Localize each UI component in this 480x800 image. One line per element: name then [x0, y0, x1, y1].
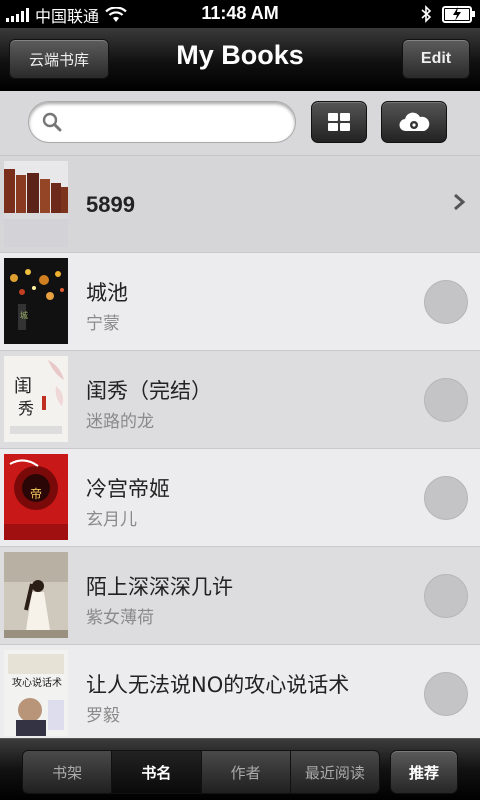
select-circle[interactable] [424, 378, 468, 422]
book-cover: 城 [4, 258, 68, 344]
svg-text:攻心说话术: 攻心说话术 [12, 676, 62, 689]
search-icon [42, 112, 62, 132]
book-cover: 闺 秀 [4, 356, 68, 442]
book-author: 紫女薄荷 [86, 608, 154, 628]
svg-text:城: 城 [20, 311, 28, 320]
list-item[interactable]: 5899 [0, 156, 480, 253]
book-title: 城池 [86, 281, 128, 305]
bottom-tab-bar: 书架 书名 作者 最近阅读 推荐 [0, 738, 480, 800]
book-author: 罗毅 [86, 706, 120, 726]
list-item[interactable]: 闺 秀 闺秀（完结） 迷路的龙 [0, 351, 480, 449]
book-author: 宁蒙 [86, 314, 120, 334]
book-title: 冷宫帝姬 [86, 477, 170, 501]
book-list: 5899 城 城池 宁蒙 闺 秀 闺秀（完结） 迷路的龙 帝 冷宫帝姬 玄月儿 … [0, 156, 480, 738]
select-circle[interactable] [424, 574, 468, 618]
nav-bar: 云端书库 My Books Edit [0, 28, 480, 91]
svg-text:闺: 闺 [14, 376, 32, 397]
book-author: 玄月儿 [86, 510, 137, 530]
screen: 中国联通 11:48 AM 云端书库 My Books Edit 5899 城 … [0, 0, 480, 800]
cloud-sync-button[interactable] [381, 101, 447, 143]
tab-author[interactable]: 作者 [202, 751, 291, 793]
book-cover: 攻心说话术 [4, 650, 68, 736]
folder-cover-image [4, 161, 68, 247]
chevron-right-icon [454, 193, 466, 211]
grid-view-button[interactable] [311, 101, 367, 143]
svg-text:秀: 秀 [18, 399, 34, 418]
book-title: 5899 [86, 192, 135, 217]
sort-segmented-control: 书架 书名 作者 最近阅读 [22, 750, 380, 794]
tab-title[interactable]: 书名 [112, 751, 202, 793]
list-item[interactable]: 攻心说话术 让人无法说NO的攻心说话术 罗毅 [0, 645, 480, 738]
search-toolbar [0, 91, 480, 156]
book-author: 迷路的龙 [86, 412, 154, 432]
list-item[interactable]: 城 城池 宁蒙 [0, 253, 480, 351]
select-circle[interactable] [424, 672, 468, 716]
book-title: 闺秀（完结） [86, 379, 212, 403]
bluetooth-icon [421, 5, 432, 23]
book-cover: 帝 [4, 454, 68, 540]
select-circle[interactable] [424, 476, 468, 520]
book-title: 陌上深深深几许 [86, 575, 233, 599]
status-time: 11:48 AM [201, 3, 279, 23]
list-item[interactable]: 帝 冷宫帝姬 玄月儿 [0, 449, 480, 547]
search-input[interactable] [69, 108, 283, 136]
list-item[interactable]: 陌上深深深几许 紫女薄荷 [0, 547, 480, 645]
grid-icon [328, 113, 350, 131]
recommend-button[interactable]: 推荐 [390, 750, 458, 794]
edit-button[interactable]: Edit [402, 39, 470, 79]
battery-icon [442, 5, 475, 23]
tab-bookshelf[interactable]: 书架 [23, 751, 113, 793]
book-title: 让人无法说NO的攻心说话术 [86, 673, 350, 697]
cloud-icon [399, 112, 430, 132]
search-box[interactable] [28, 101, 296, 143]
page-title: My Books [176, 40, 304, 70]
book-cover [4, 552, 68, 638]
tab-recent[interactable]: 最近阅读 [291, 751, 379, 793]
svg-text:帝: 帝 [30, 486, 42, 501]
status-bar: 中国联通 11:48 AM [0, 0, 480, 28]
select-circle[interactable] [424, 280, 468, 324]
cloud-library-button[interactable]: 云端书库 [9, 39, 109, 79]
